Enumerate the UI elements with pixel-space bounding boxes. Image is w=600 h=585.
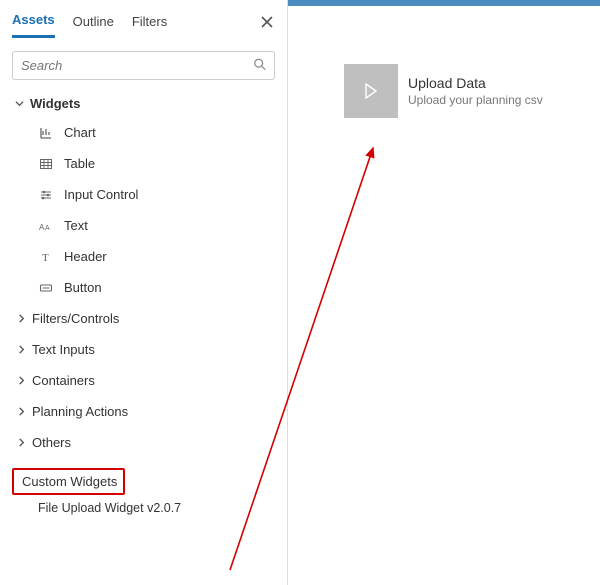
tree-node-label: Text Inputs	[32, 342, 95, 357]
widget-item-label: Text	[64, 218, 88, 233]
tree-node-custom-widgets[interactable]: Custom Widgets	[12, 468, 125, 495]
widget-title: Upload Data	[408, 75, 543, 91]
svg-text:A: A	[45, 225, 50, 232]
tab-outline[interactable]: Outline	[73, 10, 114, 37]
tree-node-label: Others	[32, 435, 71, 450]
tree-node-containers[interactable]: Containers	[12, 365, 275, 396]
widget-item-label: Button	[64, 280, 102, 295]
widget-item-input-control[interactable]: Input Control	[12, 179, 275, 210]
chevron-right-icon	[16, 438, 26, 447]
custom-widget-item[interactable]: File Upload Widget v2.0.7	[12, 495, 275, 515]
tree-node-widgets[interactable]: Widgets	[12, 90, 275, 117]
tree-node-label: Planning Actions	[32, 404, 128, 419]
tree-node-filters-controls[interactable]: Filters/Controls	[12, 303, 275, 334]
widget-item-chart[interactable]: Chart	[12, 117, 275, 148]
tab-filters[interactable]: Filters	[132, 10, 167, 37]
canvas[interactable]: Upload Data Upload your planning csv	[288, 0, 600, 585]
widget-item-label: Header	[64, 249, 107, 264]
widget-item-label: Input Control	[64, 187, 138, 202]
button-icon	[38, 281, 54, 295]
table-icon	[38, 157, 54, 171]
close-icon[interactable]	[261, 16, 275, 31]
svg-text:T: T	[42, 252, 49, 264]
assets-panel: Assets Outline Filters Widgets	[0, 0, 288, 585]
text-icon: AA	[38, 219, 54, 233]
widget-item-text[interactable]: AA Text	[12, 210, 275, 241]
widget-subtitle: Upload your planning csv	[408, 93, 543, 107]
panel-tabs: Assets Outline Filters	[12, 8, 275, 39]
search-icon	[253, 57, 267, 74]
play-icon	[344, 64, 398, 118]
widget-item-table[interactable]: Table	[12, 148, 275, 179]
tree-node-planning-actions[interactable]: Planning Actions	[12, 396, 275, 427]
tree-node-label: Widgets	[30, 96, 80, 111]
chevron-right-icon	[16, 376, 26, 385]
tree-node-others[interactable]: Others	[12, 427, 275, 458]
upload-data-widget[interactable]: Upload Data Upload your planning csv	[344, 64, 543, 118]
tree-node-text-inputs[interactable]: Text Inputs	[12, 334, 275, 365]
chevron-down-icon	[14, 99, 24, 108]
chart-icon	[38, 126, 54, 140]
chevron-right-icon	[16, 345, 26, 354]
header-icon: T	[38, 250, 54, 264]
chevron-right-icon	[16, 314, 26, 323]
widget-item-header[interactable]: T Header	[12, 241, 275, 272]
tree-node-label: Filters/Controls	[32, 311, 119, 326]
search-field	[12, 51, 275, 80]
canvas-topbar	[288, 0, 600, 6]
tree: Widgets Chart Table Input Control	[12, 90, 275, 515]
tree-node-label: Custom Widgets	[22, 474, 117, 489]
tree-node-label: Containers	[32, 373, 95, 388]
sliders-icon	[38, 188, 54, 202]
search-input[interactable]	[12, 51, 275, 80]
widget-text: Upload Data Upload your planning csv	[408, 75, 543, 107]
widget-item-button[interactable]: Button	[12, 272, 275, 303]
chevron-right-icon	[16, 407, 26, 416]
widget-item-label: Table	[64, 156, 95, 171]
tab-assets[interactable]: Assets	[12, 8, 55, 38]
widget-item-label: Chart	[64, 125, 96, 140]
